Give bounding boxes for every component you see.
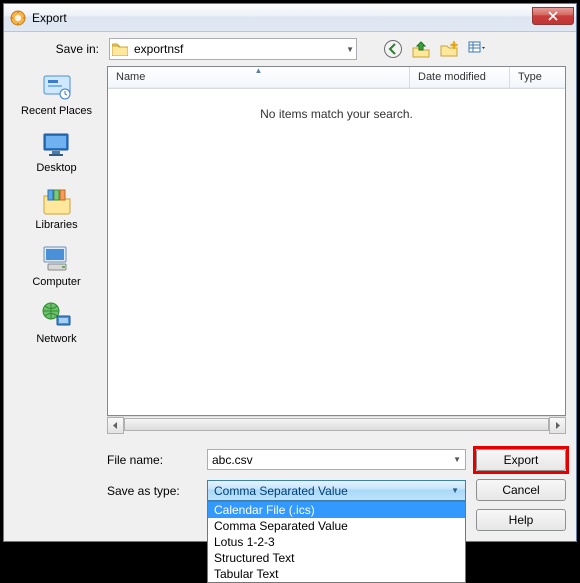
- main-row: Recent Places Desktop Libraries Computer: [14, 66, 566, 531]
- place-label: Computer: [32, 276, 80, 288]
- folder-icon: [112, 42, 128, 56]
- chevron-down-icon: ▼: [346, 45, 354, 54]
- filename-input[interactable]: abc.csv ▼: [207, 449, 466, 470]
- place-label: Desktop: [36, 162, 76, 174]
- scroll-thumb[interactable]: [124, 418, 549, 431]
- type-option[interactable]: Structured Text: [208, 550, 465, 566]
- filename-label: File name:: [107, 453, 207, 467]
- empty-message: No items match your search.: [260, 107, 413, 121]
- col-date[interactable]: Date modified: [410, 67, 510, 88]
- type-option[interactable]: Lotus 1-2-3: [208, 534, 465, 550]
- scroll-right-button[interactable]: [549, 417, 566, 434]
- place-label: Libraries: [35, 219, 77, 231]
- type-label: Save as type:: [107, 484, 207, 498]
- horizontal-scrollbar[interactable]: [107, 416, 566, 433]
- type-option[interactable]: Comma Separated Value: [208, 518, 465, 534]
- place-network[interactable]: Network: [36, 300, 76, 345]
- dialog-body: Save in: exportnsf ▼: [4, 32, 576, 541]
- type-option[interactable]: Calendar File (.ics): [208, 502, 465, 518]
- buttons: Export Cancel Help: [476, 449, 566, 531]
- place-label: Network: [36, 333, 76, 345]
- place-label: Recent Places: [21, 105, 92, 117]
- cancel-button[interactable]: Cancel: [476, 479, 566, 501]
- chevron-down-icon: ▼: [453, 455, 461, 464]
- help-button[interactable]: Help: [476, 509, 566, 531]
- file-list[interactable]: Name ▲ Date modified Type No items match…: [107, 66, 566, 416]
- back-button[interactable]: [383, 39, 403, 59]
- window-title: Export: [32, 11, 532, 25]
- place-recent[interactable]: Recent Places: [21, 72, 92, 117]
- col-type[interactable]: Type: [510, 67, 565, 88]
- type-row: Save as type: Comma Separated Value ▼: [107, 480, 466, 501]
- titlebar: Export: [4, 4, 576, 32]
- save-in-label: Save in:: [44, 42, 99, 56]
- type-value: Comma Separated Value: [214, 484, 348, 498]
- sort-asc-icon: ▲: [255, 66, 263, 75]
- view-menu-button[interactable]: [467, 39, 487, 59]
- place-computer[interactable]: Computer: [32, 243, 80, 288]
- export-highlight: Export: [473, 446, 569, 474]
- filename-value: abc.csv: [212, 453, 253, 467]
- scroll-left-button[interactable]: [107, 417, 124, 434]
- scroll-track[interactable]: [124, 417, 549, 434]
- export-button[interactable]: Export: [476, 449, 566, 471]
- save-in-row: Save in: exportnsf ▼: [44, 38, 566, 60]
- list-body: No items match your search.: [108, 89, 565, 415]
- save-in-value: exportnsf: [134, 42, 183, 56]
- type-dropdown[interactable]: Calendar File (.ics) Comma Separated Val…: [207, 501, 466, 583]
- new-folder-button[interactable]: [439, 39, 459, 59]
- file-area: Name ▲ Date modified Type No items match…: [107, 66, 566, 531]
- close-button[interactable]: [532, 7, 574, 25]
- place-desktop[interactable]: Desktop: [36, 129, 76, 174]
- form-rows: File name: abc.csv ▼ Save as type: Comma…: [107, 449, 566, 531]
- place-libraries[interactable]: Libraries: [35, 186, 77, 231]
- chevron-down-icon: ▼: [451, 486, 459, 495]
- export-dialog: Export Save in: exportnsf ▼: [3, 3, 577, 542]
- form-left: File name: abc.csv ▼ Save as type: Comma…: [107, 449, 466, 531]
- up-button[interactable]: [411, 39, 431, 59]
- list-header: Name ▲ Date modified Type: [108, 67, 565, 89]
- places-bar: Recent Places Desktop Libraries Computer: [14, 66, 99, 531]
- filename-row: File name: abc.csv ▼: [107, 449, 466, 470]
- type-option[interactable]: Tabular Text: [208, 566, 465, 582]
- type-combo[interactable]: Comma Separated Value ▼: [207, 480, 466, 501]
- app-icon: [10, 10, 26, 26]
- save-in-combo[interactable]: exportnsf ▼: [109, 38, 357, 60]
- col-name[interactable]: Name ▲: [108, 67, 410, 88]
- toolbar-icons: [383, 39, 487, 59]
